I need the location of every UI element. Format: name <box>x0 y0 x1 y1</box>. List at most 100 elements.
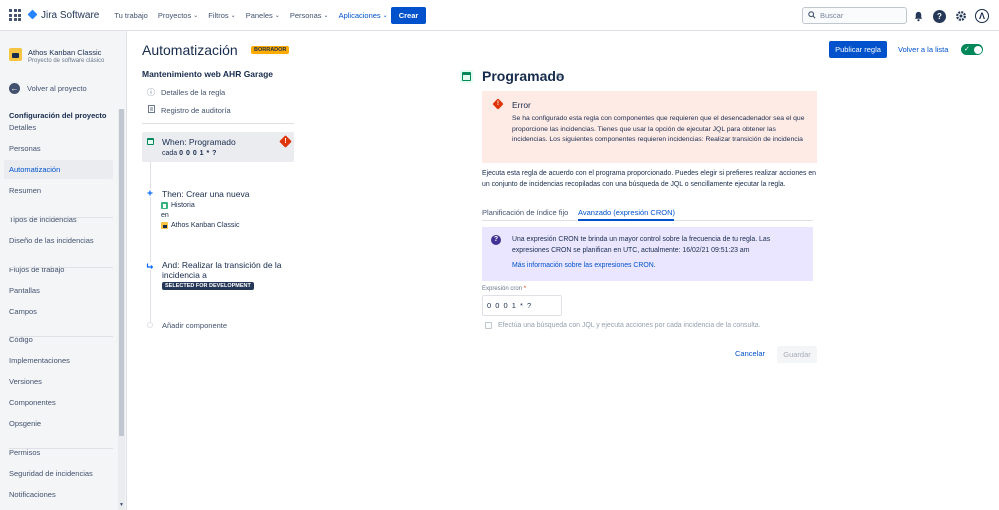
draft-badge: BORRADOR <box>251 46 290 54</box>
action-create-title[interactable]: Then: Crear una nueva <box>162 189 249 199</box>
tab-fixed-schedule[interactable]: Planificación de índice fijo <box>482 208 568 217</box>
publish-rule-button[interactable]: Publicar regla <box>829 41 887 58</box>
scroll-down-icon[interactable]: ▼ <box>118 502 125 508</box>
action-issue-type: Historia <box>161 202 195 209</box>
search-placeholder: Buscar <box>820 11 844 20</box>
sidebar-item-4[interactable]: Tipos de incidencias <box>4 210 113 229</box>
search-input[interactable]: Buscar <box>802 7 907 24</box>
search-icon <box>808 10 816 21</box>
action-transition-title-2[interactable]: incidencia a <box>162 270 207 280</box>
chevron-down-icon: ⌄ <box>382 12 388 19</box>
top-icons: ? Λ <box>912 9 989 23</box>
sidebar-item-5[interactable]: Diseño de las incidencias <box>4 231 113 250</box>
rule-details-link[interactable]: ⓘ Detalles de la regla <box>147 87 225 98</box>
nav-item-0[interactable]: Tu trabajo <box>114 11 148 20</box>
audit-log-link[interactable]: Registro de auditoría <box>147 105 231 115</box>
error-body: Se ha configurado esta regla con compone… <box>512 115 805 143</box>
trigger-title: When: Programado <box>162 137 236 147</box>
save-button[interactable]: Guardar <box>777 346 817 363</box>
nav-item-1[interactable]: Proyectos ⌄ <box>158 11 198 20</box>
nav-item-2[interactable]: Filtros ⌄ <box>208 11 235 20</box>
document-icon <box>147 105 155 115</box>
nav-item-5[interactable]: Aplicaciones ⌄ <box>339 11 388 20</box>
sidebar-item-10[interactable]: Implementaciones <box>4 351 113 370</box>
app-switcher-icon[interactable] <box>8 8 22 22</box>
jira-logo[interactable]: Jira Software <box>28 10 99 21</box>
sidebar-item-8[interactable]: Campos <box>4 302 113 321</box>
project-type: Proyecto de software clásico <box>28 58 105 64</box>
trigger-description: Ejecuta esta regla de acuerdo con el pro… <box>482 170 817 188</box>
cron-expression-input[interactable]: 0 0 0 1 * ? <box>482 295 562 316</box>
sidebar-item-6[interactable]: Flujos de trabajo <box>4 260 113 279</box>
story-icon <box>161 202 168 209</box>
audit-log-label: Registro de auditoría <box>161 105 231 115</box>
required-marker: * <box>523 286 527 292</box>
sidebar-item-3[interactable]: Resumen <box>4 181 113 200</box>
action-transition-title-1[interactable]: And: Realizar la transición de la <box>162 260 282 270</box>
sidebar-item-2[interactable]: Automatización <box>4 160 113 179</box>
tab-cron-advanced[interactable]: Avanzado (expresión CRON) <box>578 208 675 217</box>
error-warning-icon: ! <box>279 135 292 148</box>
sidebar-scrollbar[interactable]: ▼ <box>118 109 125 510</box>
sidebar-item-15[interactable]: Seguridad de incidencias <box>4 464 113 483</box>
schedule-tabs: Planificación de índice fijo Avanzado (e… <box>482 207 813 221</box>
sidebar-item-7[interactable]: Pantallas <box>4 281 113 300</box>
help-icon[interactable]: ? <box>933 9 946 23</box>
sidebar-item-0[interactable]: Detalles <box>4 118 113 137</box>
calendar-icon <box>147 138 154 145</box>
arrow-left-icon: ← <box>9 83 20 94</box>
nav-item-label: Personas <box>289 10 322 20</box>
trigger-schedule: cada 0 0 0 1 * ? <box>162 150 217 157</box>
sidebar-item-16[interactable]: Notificaciones <box>4 485 113 504</box>
trigger-prefix: cada <box>162 150 178 157</box>
rule-name: Mantenimiento web AHR Garage <box>142 69 273 79</box>
trigger-cron: 0 0 0 1 * ? <box>179 150 217 157</box>
sidebar-item-14[interactable]: Permisos <box>4 443 113 462</box>
settings-gear-icon[interactable] <box>954 10 967 23</box>
jql-checkbox[interactable] <box>485 322 492 329</box>
nav-item-label: Aplicaciones <box>338 10 381 20</box>
sidebar-item-11[interactable]: Versiones <box>4 372 113 391</box>
cron-help-link[interactable]: Más información sobre las expresiones CR… <box>512 262 656 269</box>
nav-item-3[interactable]: Paneles ⌄ <box>246 11 280 20</box>
add-component-link[interactable]: Añadir componente <box>162 321 227 330</box>
cancel-button[interactable]: Cancelar <box>735 349 765 358</box>
project-sidebar: Athos Kanban Classic Proyecto de softwar… <box>0 31 127 510</box>
project-avatar-icon <box>9 48 22 61</box>
back-to-project-link[interactable]: ← Volver al proyecto <box>9 83 87 94</box>
chevron-down-icon: ⌄ <box>274 12 280 19</box>
edit-pencil-icon[interactable]: ✎ <box>556 72 563 81</box>
cron-info-panel: ? Una expresión CRON te brinda un mayor … <box>482 227 813 281</box>
sidebar-divider <box>9 267 113 268</box>
rule-enabled-toggle[interactable]: ✓ <box>961 44 983 55</box>
notifications-bell-icon[interactable] <box>912 10 925 23</box>
action-project-label: Athos Kanban Classic <box>171 222 240 229</box>
user-avatar[interactable]: Λ <box>975 9 989 23</box>
create-button[interactable]: Crear <box>390 6 427 24</box>
active-tab-indicator <box>578 219 674 221</box>
nav-item-4[interactable]: Personas ⌄ <box>290 11 329 20</box>
project-header[interactable]: Athos Kanban Classic Proyecto de softwar… <box>9 48 104 64</box>
mid-divider <box>142 123 294 124</box>
project-name: Athos Kanban Classic <box>28 48 102 57</box>
flow-connector <box>150 162 151 322</box>
page-title: Automatización <box>142 42 238 58</box>
scrollbar-thumb[interactable] <box>119 109 124 436</box>
sidebar-item-13[interactable]: Opsgenie <box>4 414 113 433</box>
action-project: Athos Kanban Classic <box>161 222 239 229</box>
chevron-down-icon: ⌄ <box>193 12 199 19</box>
sidebar-item-1[interactable]: Personas <box>4 139 113 158</box>
error-icon: ! <box>492 98 504 110</box>
nav-items: Tu trabajo Proyectos ⌄ Filtros ⌄ Paneles ⌄ Pers… <box>114 11 387 20</box>
sidebar-divider <box>9 336 113 337</box>
nav-item-label: Tu trabajo <box>114 10 148 20</box>
sidebar-item-9[interactable]: Código <box>4 330 113 349</box>
toggle-knob <box>973 45 982 54</box>
back-to-list-link[interactable]: Volver a la lista <box>898 45 948 54</box>
sidebar-item-12[interactable]: Componentes <box>4 393 113 412</box>
sidebar-divider <box>9 448 113 449</box>
trigger-card[interactable]: When: Programado cada 0 0 0 1 * ? ! <box>142 132 294 162</box>
cron-field-label: Expresión cron * <box>482 286 526 292</box>
component-title: Programado <box>482 68 565 84</box>
jql-option[interactable]: Efectúa una búsqueda con JQL y ejecuta a… <box>485 322 761 329</box>
